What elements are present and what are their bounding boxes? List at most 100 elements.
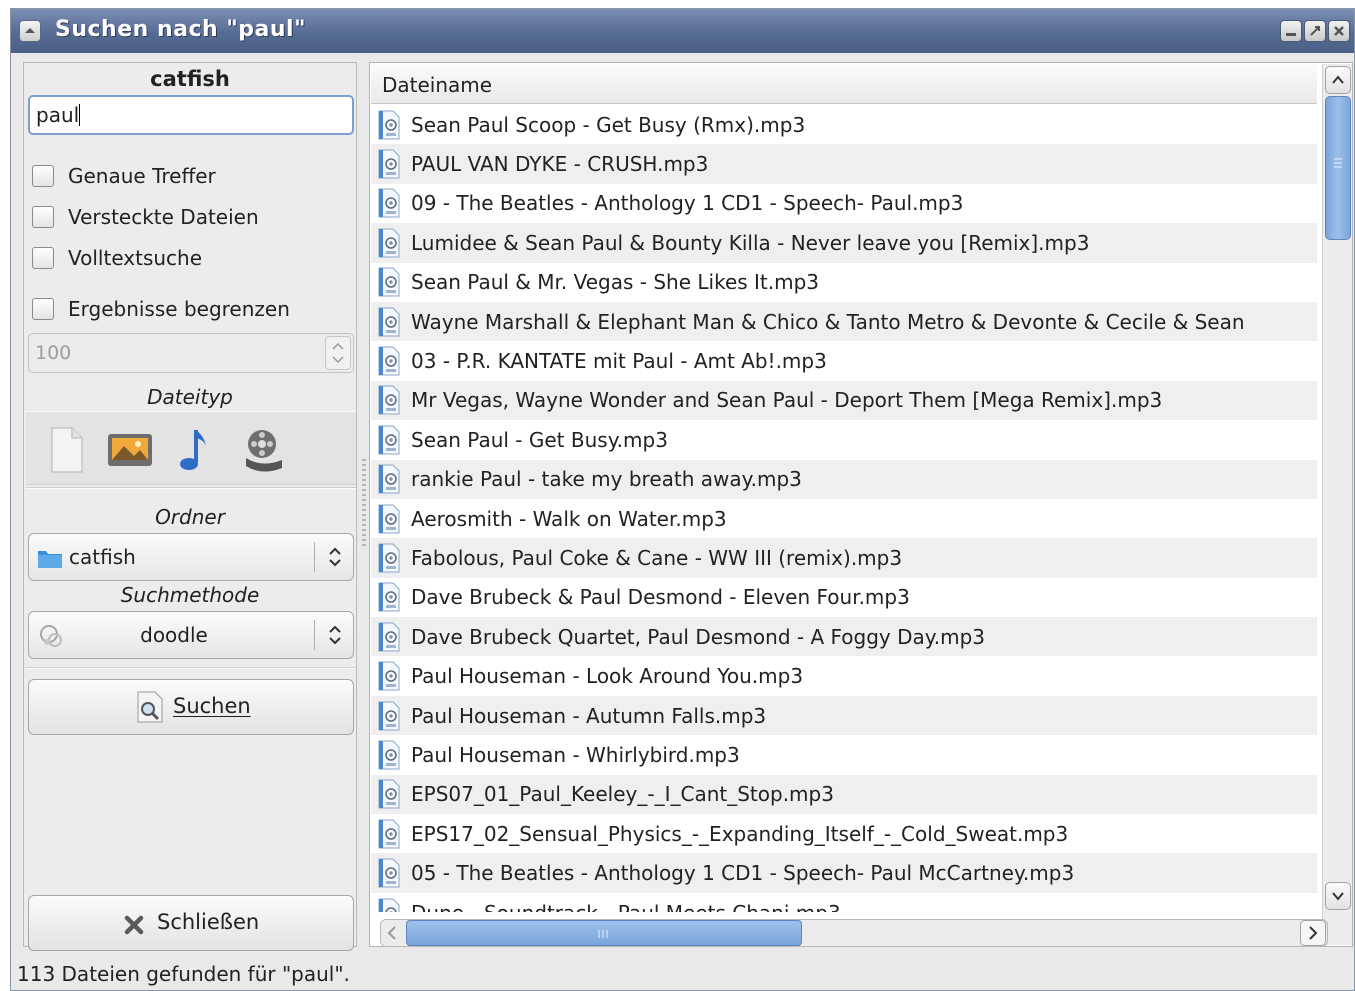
file-name: 03 - P.R. KANTATE mit Paul - Amt Ab!.mp3 <box>411 349 827 374</box>
list-item[interactable]: EPS07_01_Paul_Keeley_-_I_Cant_Stop.mp3 <box>371 774 1317 815</box>
search-icon <box>137 691 163 723</box>
list-item[interactable]: Paul Houseman - Autumn Falls.mp3 <box>371 695 1317 736</box>
video-icon[interactable] <box>236 424 288 476</box>
file-name: Sean Paul & Mr. Vegas - She Likes It.mp3 <box>411 270 820 295</box>
file-name: Dave Brubeck & Paul Desmond - Eleven Fou… <box>411 585 910 610</box>
option-hidden-files[interactable]: Versteckte Dateien <box>32 204 259 230</box>
option-exact-match[interactable]: Genaue Treffer <box>32 163 216 189</box>
window-menu-icon[interactable] <box>19 20 41 42</box>
search-input[interactable]: paul <box>28 95 354 135</box>
audio-file-icon <box>377 779 401 809</box>
maximize-button[interactable] <box>1304 20 1326 42</box>
list-item[interactable]: Mr Vegas, Wayne Wonder and Sean Paul - D… <box>371 380 1317 421</box>
list-item[interactable]: 05 - The Beatles - Anthology 1 CD1 - Spe… <box>371 853 1317 893</box>
text-caret <box>79 104 81 126</box>
file-name: Wayne Marshall & Elephant Man & Chico & … <box>411 309 1245 334</box>
list-item[interactable]: Sean Paul - Get Busy.mp3 <box>371 420 1317 459</box>
search-button[interactable]: Suchen <box>28 679 354 735</box>
results-list[interactable]: Sean Paul Scoop - Get Busy (Rmx).mp3 PAUL… <box>371 105 1317 912</box>
option-fulltext[interactable]: Volltextsuche <box>32 245 202 271</box>
file-name: Dune - Soundtrack - Paul Meets Chani.mp3 <box>411 901 841 913</box>
status-bar: 113 Dateien gefunden für "paul". <box>11 957 1354 991</box>
horizontal-scrollbar[interactable] <box>380 919 1328 949</box>
list-item[interactable]: Fabolous, Paul Coke & Cane - WW III (rem… <box>371 538 1317 578</box>
method-label: Suchmethode <box>120 583 260 607</box>
list-item[interactable]: Sean Paul Scoop - Get Busy (Rmx).mp3 <box>371 105 1317 144</box>
list-item[interactable]: EPS17_02_Sensual_Physics_-_Expanding_Its… <box>371 814 1317 853</box>
scroll-right-button[interactable] <box>1300 920 1326 946</box>
file-name: rankie Paul - take my breath away.mp3 <box>411 467 802 492</box>
close-icon <box>124 915 144 935</box>
audio-file-icon <box>377 346 401 376</box>
option-label: Versteckte Dateien <box>68 205 259 229</box>
document-icon[interactable] <box>40 424 92 476</box>
vertical-scrollbar[interactable] <box>1322 64 1352 945</box>
pane-splitter[interactable] <box>362 459 366 549</box>
file-name: Paul Houseman - Whirlybird.mp3 <box>411 742 740 767</box>
scroll-left-button[interactable] <box>381 920 407 946</box>
list-item[interactable]: PAUL VAN DYKE - CRUSH.mp3 <box>371 144 1317 184</box>
list-item[interactable]: Sean Paul & Mr. Vegas - She Likes It.mp3 <box>371 263 1317 302</box>
method-combobox[interactable]: doodle <box>28 611 354 659</box>
list-item[interactable]: rankie Paul - take my breath away.mp3 <box>371 459 1317 499</box>
app-name: catfish <box>150 67 230 91</box>
limit-spinbox[interactable]: 100 <box>28 333 354 373</box>
file-name: Dave Brubeck Quartet, Paul Desmond - A F… <box>411 624 986 649</box>
chevron-right-icon <box>1300 920 1326 946</box>
horizontal-scroll-thumb[interactable] <box>406 920 802 946</box>
image-icon[interactable] <box>104 424 156 476</box>
limit-value: 100 <box>35 342 72 364</box>
audio-file-icon <box>377 149 401 179</box>
hidden-files-checkbox[interactable] <box>32 206 54 228</box>
list-item[interactable]: 03 - P.R. KANTATE mit Paul - Amt Ab!.mp3 <box>371 341 1317 380</box>
limit-results-checkbox[interactable] <box>32 298 54 320</box>
grip-icon <box>1334 158 1342 168</box>
list-item[interactable]: Dave Brubeck Quartet, Paul Desmond - A F… <box>371 617 1317 657</box>
option-label: Ergebnisse begrenzen <box>68 297 290 321</box>
chevron-left-icon <box>387 926 396 940</box>
close-button[interactable]: Schließen <box>28 895 354 951</box>
scroll-down-button[interactable] <box>1325 882 1351 910</box>
exact-match-checkbox[interactable] <box>32 165 54 187</box>
file-name: Lumidee & Sean Paul & Bounty Killa - Nev… <box>411 230 1090 255</box>
search-button-label: Suchen <box>173 694 251 718</box>
window-title: Suchen nach "paul" <box>55 17 307 42</box>
audio-file-icon <box>377 425 401 455</box>
audio-file-icon <box>377 110 401 140</box>
list-item[interactable]: Paul Houseman - Whirlybird.mp3 <box>371 735 1317 774</box>
file-name: Aerosmith - Walk on Water.mp3 <box>411 506 727 531</box>
audio-file-icon <box>377 701 401 731</box>
close-window-button[interactable] <box>1328 20 1350 42</box>
minimize-button[interactable] <box>1280 20 1302 42</box>
vertical-scroll-thumb[interactable] <box>1325 96 1351 240</box>
spin-arrows[interactable] <box>325 336 351 370</box>
chevron-down-icon <box>1332 892 1344 901</box>
list-item[interactable]: Paul Houseman - Look Around You.mp3 <box>371 656 1317 695</box>
audio-file-icon <box>377 661 401 691</box>
folder-label: Ordner <box>155 505 225 529</box>
folder-combobox[interactable]: catfish <box>28 533 354 581</box>
list-item[interactable]: Aerosmith - Walk on Water.mp3 <box>371 499 1317 538</box>
list-item[interactable]: 09 - The Beatles - Anthology 1 CD1 - Spe… <box>371 184 1317 223</box>
spin-arrows-icon <box>332 342 344 364</box>
audio-file-icon <box>377 543 401 573</box>
scroll-up-button[interactable] <box>1325 66 1351 94</box>
option-limit-results[interactable]: Ergebnisse begrenzen <box>32 296 290 322</box>
file-name: 09 - The Beatles - Anthology 1 CD1 - Spe… <box>411 191 964 216</box>
column-header-filename[interactable]: Dateiname <box>371 64 1317 104</box>
music-icon[interactable] <box>170 424 222 476</box>
option-label: Genaue Treffer <box>68 164 216 188</box>
chevron-updown-icon <box>329 625 341 645</box>
list-item[interactable]: Wayne Marshall & Elephant Man & Chico & … <box>371 301 1317 342</box>
list-item[interactable]: Dune - Soundtrack - Paul Meets Chani.mp3 <box>371 893 1317 912</box>
fulltext-checkbox[interactable] <box>32 247 54 269</box>
audio-file-icon <box>377 307 401 337</box>
list-item[interactable]: Dave Brubeck & Paul Desmond - Eleven Fou… <box>371 578 1317 617</box>
title-bar[interactable]: Suchen nach "paul" <box>11 9 1354 53</box>
list-item[interactable]: Lumidee & Sean Paul & Bounty Killa - Nev… <box>371 223 1317 263</box>
filetype-toolbar <box>26 411 356 485</box>
file-name: Paul Houseman - Look Around You.mp3 <box>411 664 804 689</box>
audio-file-icon <box>377 858 401 888</box>
audio-file-icon <box>377 504 401 534</box>
search-options-panel: catfish paul Genaue Treffer Versteckte D… <box>23 62 357 951</box>
